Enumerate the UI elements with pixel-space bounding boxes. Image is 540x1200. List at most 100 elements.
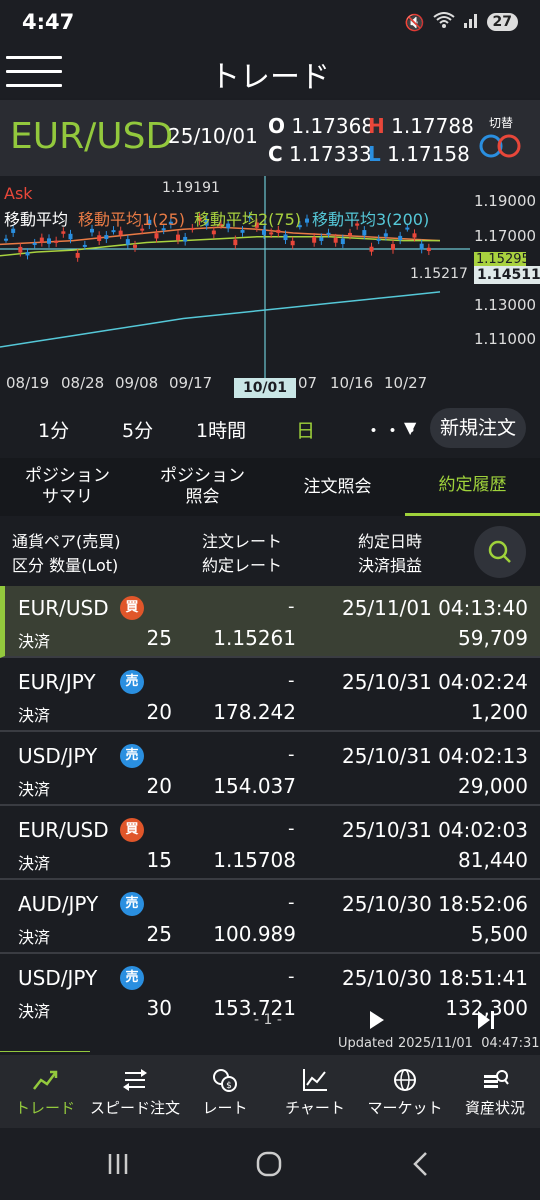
- tab-position-inquiry[interactable]: ポジション 照会: [135, 458, 270, 516]
- tab-bar: ポジション サマリ ポジション 照会 注文照会 約定履歴: [0, 458, 540, 516]
- row-type: 決済: [18, 928, 51, 947]
- row-lot: 25: [146, 626, 172, 650]
- app-bar: トレード: [0, 48, 540, 98]
- timeframe-1min[interactable]: 1分: [38, 416, 69, 443]
- nav-label: チャート: [285, 1099, 345, 1117]
- ma-line-2: [0, 236, 440, 257]
- list-item[interactable]: EUR/USD 買 - 25/11/01 04:13:40 決済 25 1.15…: [0, 586, 540, 658]
- row-pl: 59,709: [458, 626, 528, 650]
- timeframe-day[interactable]: 日: [296, 416, 315, 443]
- row-pair: USD/JPY: [18, 744, 98, 768]
- tab-order-inquiry[interactable]: 注文照会: [270, 458, 405, 516]
- candle: [369, 246, 374, 252]
- candle: [383, 233, 388, 237]
- tab-execution-history[interactable]: 約定履歴: [405, 458, 540, 516]
- row-rate: 178.242: [213, 700, 296, 724]
- candle: [211, 230, 216, 235]
- row-lot: 25: [146, 922, 172, 946]
- close-label: C: [268, 142, 283, 166]
- candle: [75, 252, 80, 258]
- candle: [18, 246, 23, 253]
- candle: [39, 237, 44, 243]
- search-button[interactable]: [474, 526, 526, 578]
- nav-rate[interactable]: $ レート: [180, 1055, 270, 1129]
- back-icon[interactable]: [406, 1150, 434, 1178]
- current-price-tag: 1.14511: [474, 266, 540, 284]
- list-item[interactable]: AUD/JPY 売 - 25/10/30 18:52:06 決済 25 100.…: [0, 882, 540, 954]
- wifi-icon: [432, 12, 455, 32]
- chart-high-marker: 1.19191: [162, 180, 220, 196]
- candle: [4, 238, 8, 241]
- row-pl: 5,500: [470, 922, 528, 946]
- page-title: トレード: [210, 60, 330, 95]
- next-page-icon[interactable]: [368, 1010, 386, 1030]
- list-footer: - 1 - Updated 2025/11/01 04:47:31: [0, 1008, 540, 1054]
- nav-label: マーケット: [367, 1099, 443, 1117]
- dropdown-icon[interactable]: ▼: [404, 418, 416, 437]
- nav-market[interactable]: マーケット: [360, 1055, 450, 1129]
- nav-chart[interactable]: チャート: [270, 1055, 360, 1129]
- tab-position-summary[interactable]: ポジション サマリ: [0, 458, 135, 516]
- nav-trade[interactable]: トレード: [0, 1055, 90, 1129]
- candle: [290, 240, 295, 246]
- new-order-button[interactable]: 新規注文: [430, 408, 526, 448]
- recent-apps-icon[interactable]: [104, 1150, 132, 1178]
- nav-label: スピード注文: [90, 1099, 181, 1117]
- price-tag-ma2: 1.15295: [474, 252, 526, 267]
- row-datetime: 25/10/31 04:02:24: [341, 670, 528, 694]
- currency-pair[interactable]: EUR/USD: [10, 116, 173, 157]
- last-page-icon[interactable]: [476, 1010, 496, 1030]
- header-exec-datetime: 約定日時: [358, 532, 423, 551]
- y-tick: 1.11000: [474, 330, 537, 348]
- list-item[interactable]: USD/JPY 売 - 25/10/31 04:02:13 決済 20 154.…: [0, 734, 540, 806]
- nav-assets[interactable]: 資産状況: [450, 1055, 540, 1129]
- search-icon: [488, 540, 511, 563]
- timeframe-5min[interactable]: 5分: [122, 416, 153, 443]
- x-tick: 10/16: [330, 374, 374, 392]
- system-nav-bar: [0, 1128, 540, 1200]
- candle: [348, 232, 352, 236]
- crosshair-date-tag: 10/01: [234, 378, 296, 398]
- sell-badge: 売: [120, 744, 144, 768]
- nav-speed-order[interactable]: スピード注文: [90, 1055, 180, 1129]
- nav-label: レート: [202, 1099, 248, 1117]
- row-type: 決済: [18, 780, 51, 799]
- candle: [312, 237, 317, 243]
- candle: [276, 229, 281, 233]
- signal-icon: [463, 12, 479, 32]
- row-rate: 1.15261: [213, 626, 296, 650]
- list-item[interactable]: EUR/JPY 売 - 25/10/31 04:02:24 決済 20 178.…: [0, 660, 540, 732]
- row-order-rate: -: [288, 966, 295, 987]
- row-pair: AUD/JPY: [18, 892, 99, 916]
- row-pair: EUR/JPY: [18, 670, 96, 694]
- row-pl: 1,200: [470, 700, 528, 724]
- list-item[interactable]: EUR/USD 買 - 25/10/31 04:02:03 決済 15 1.15…: [0, 808, 540, 880]
- price-chart[interactable]: Ask 移動平均 移動平均1(25) 移動平均2(75) 移動平均3(200) …: [0, 176, 540, 406]
- ma3-legend: 移動平均3(200): [312, 210, 430, 229]
- row-lot: 15: [146, 848, 172, 872]
- x-tick: 08/28: [61, 374, 105, 392]
- candle: [68, 233, 73, 240]
- candle: [133, 244, 137, 248]
- header-pair: 通貨ペア(売買): [12, 532, 121, 551]
- page-number: - 1 -: [254, 1012, 282, 1028]
- candle: [32, 242, 37, 245]
- row-type: 決済: [18, 706, 51, 725]
- home-icon[interactable]: [255, 1150, 283, 1178]
- mute-icon: 🔇: [404, 12, 425, 32]
- open-value: 1.17368: [291, 114, 375, 138]
- switch-rings-icon: [479, 134, 521, 158]
- status-bar: 4:47 🔇 27: [0, 0, 540, 48]
- candle: [125, 239, 130, 245]
- battery-badge: 27: [486, 13, 518, 31]
- candle: [183, 236, 188, 242]
- header-pl: 決済損益: [358, 556, 423, 575]
- row-type: 決済: [18, 632, 51, 651]
- switch-button[interactable]: 切替: [476, 114, 526, 162]
- sell-badge: 売: [120, 670, 144, 694]
- x-tick: 09/08: [115, 374, 159, 392]
- timeframe-1hour[interactable]: 1時間: [196, 416, 246, 443]
- candle: [176, 234, 180, 241]
- nav-label: 資産状況: [464, 1099, 525, 1117]
- ask-label: Ask: [4, 184, 33, 203]
